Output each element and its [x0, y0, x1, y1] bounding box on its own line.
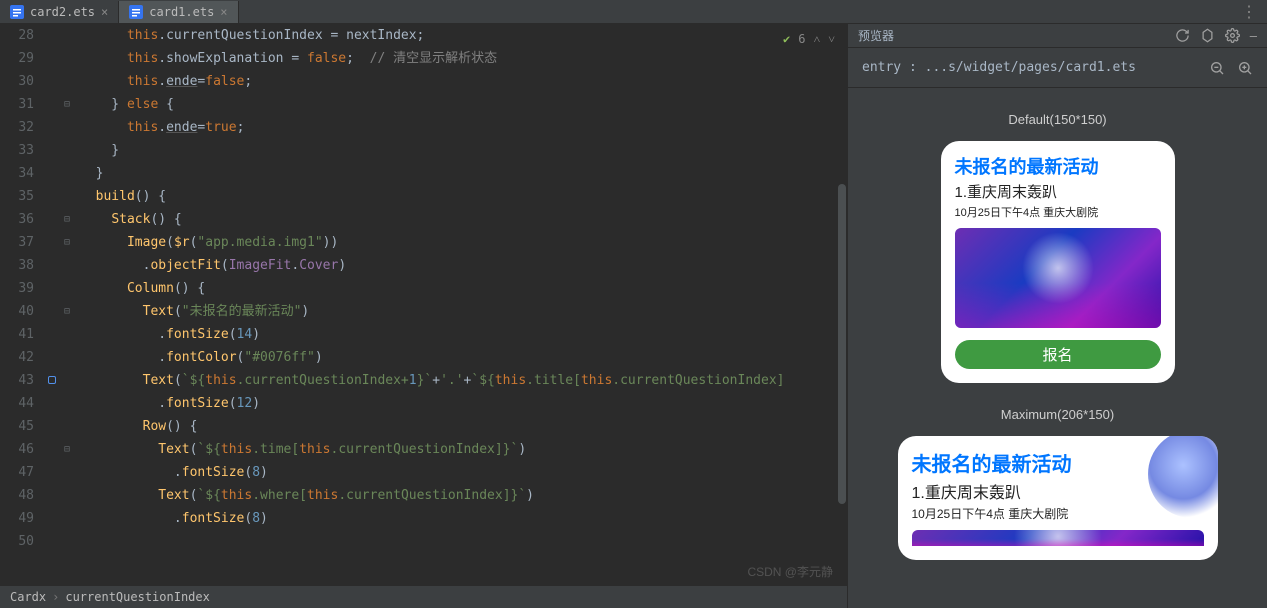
chevron-up-icon[interactable]: ˄	[813, 28, 820, 51]
preview-panel: 预览器 — entry : ...s/widget/pages/card1.et…	[847, 24, 1267, 608]
code-line[interactable]: Stack() {	[76, 208, 847, 231]
code-area[interactable]: 2829303132333435363738394041424344454647…	[0, 24, 847, 585]
preview-size-label: Default(150*150)	[848, 112, 1267, 127]
code-lines[interactable]: this.currentQuestionIndex = nextIndex; t…	[76, 24, 847, 585]
code-line[interactable]: Text(`${this.currentQuestionIndex+1}`+'.…	[76, 369, 847, 392]
card-subtitle: 1.重庆周末轰趴	[955, 181, 1161, 202]
code-line[interactable]: this.currentQuestionIndex = nextIndex;	[76, 24, 847, 47]
gutter[interactable]: 2829303132333435363738394041424344454647…	[0, 24, 46, 585]
card-title: 未报名的最新活动	[912, 448, 1204, 477]
chevron-right-icon: ›	[52, 590, 59, 604]
close-icon[interactable]: ×	[220, 5, 227, 19]
watermark: CSDN @李元静	[747, 563, 833, 580]
breadcrumb[interactable]: Cardx › currentQuestionIndex	[0, 585, 847, 608]
layout-icon[interactable]	[1200, 28, 1215, 43]
preview-title: 预览器	[858, 27, 1165, 44]
problems-count[interactable]: 6	[798, 28, 805, 51]
card-meta: 10月25日下午4点 重庆大剧院	[912, 505, 1204, 522]
code-line[interactable]: }	[76, 162, 847, 185]
close-icon[interactable]: ×	[101, 5, 108, 19]
minimize-icon[interactable]: —	[1250, 29, 1257, 43]
code-line[interactable]: .fontSize(8)	[76, 507, 847, 530]
editor-scrollbar[interactable]	[837, 24, 847, 585]
code-line[interactable]: this.showExplanation = false; // 清空显示解析状…	[76, 47, 847, 70]
editor-panel: 2829303132333435363738394041424344454647…	[0, 24, 847, 608]
preview-card[interactable]: 未报名的最新活动1.重庆周末轰趴 10月25日下午4点 重庆大剧院报名	[941, 141, 1175, 383]
code-line[interactable]: Column() {	[76, 277, 847, 300]
code-line[interactable]: .fontSize(14)	[76, 323, 847, 346]
signup-button[interactable]: 报名	[955, 340, 1161, 369]
code-line[interactable]: Text(`${this.time[this.currentQuestionIn…	[76, 438, 847, 461]
tab-card1[interactable]: card1.ets ×	[119, 1, 238, 23]
tab-card2[interactable]: card2.ets ×	[0, 1, 119, 23]
breakpoint-column[interactable]	[46, 24, 58, 585]
code-line[interactable]: .objectFit(ImageFit.Cover)	[76, 254, 847, 277]
code-line[interactable]: Image($r("app.media.img1"))	[76, 231, 847, 254]
preview-header: 预览器 —	[848, 24, 1267, 48]
ets-file-icon	[129, 5, 143, 19]
editor-tab-bar: card2.ets × card1.ets × ⋮	[0, 0, 1267, 24]
card-image	[912, 530, 1204, 546]
card-title: 未报名的最新活动	[955, 153, 1161, 179]
preview-body[interactable]: Default(150*150)未报名的最新活动1.重庆周末轰趴10月25日下午…	[848, 88, 1267, 608]
fold-column[interactable]: ⊟⊟⊟⊟⊟	[58, 24, 76, 585]
tab-label: card1.ets	[149, 5, 214, 19]
breadcrumb-leaf[interactable]: currentQuestionIndex	[65, 590, 210, 604]
chevron-down-icon[interactable]: ˅	[828, 28, 835, 51]
gear-icon[interactable]	[1225, 28, 1240, 43]
main-row: 2829303132333435363738394041424344454647…	[0, 24, 1267, 608]
code-line[interactable]: } else {	[76, 93, 847, 116]
code-line[interactable]: .fontColor("#0076ff")	[76, 346, 847, 369]
refresh-icon[interactable]	[1175, 28, 1190, 43]
preview-card[interactable]: 未报名的最新活动1.重庆周末轰趴 10月25日下午4点 重庆大剧院	[898, 436, 1218, 560]
card-subtitle: 1.重庆周末轰趴	[912, 479, 1204, 503]
code-line[interactable]: .fontSize(8)	[76, 461, 847, 484]
code-line[interactable]: this.ende=false;	[76, 70, 847, 93]
preview-subheader: entry : ...s/widget/pages/card1.ets	[848, 48, 1267, 88]
breadcrumb-root[interactable]: Cardx	[10, 590, 46, 604]
zoom-out-icon[interactable]	[1209, 60, 1225, 76]
preview-entry: entry : ...s/widget/pages/card1.ets	[862, 60, 1197, 75]
preview-size-label: Maximum(206*150)	[848, 407, 1267, 422]
code-line[interactable]: Row() {	[76, 415, 847, 438]
tab-overflow-icon[interactable]: ⋮	[1231, 2, 1267, 21]
tab-label: card2.ets	[30, 5, 95, 19]
card-meta: 10月25日下午4点 重庆大剧院	[955, 204, 1161, 220]
ets-file-icon	[10, 5, 24, 19]
scrollbar-thumb[interactable]	[838, 184, 846, 504]
check-icon: ✔	[783, 28, 790, 51]
zoom-in-icon[interactable]	[1237, 60, 1253, 76]
code-line[interactable]: .fontSize(12)	[76, 392, 847, 415]
card-image	[955, 228, 1161, 328]
code-line[interactable]: this.ende=true;	[76, 116, 847, 139]
code-indicators: ✔ 6 ˄ ˅	[783, 28, 835, 51]
code-line[interactable]: build() {	[76, 185, 847, 208]
code-line[interactable]: }	[76, 139, 847, 162]
code-line[interactable]: Text("未报名的最新活动")	[76, 300, 847, 323]
code-line[interactable]: Text(`${this.where[this.currentQuestionI…	[76, 484, 847, 507]
